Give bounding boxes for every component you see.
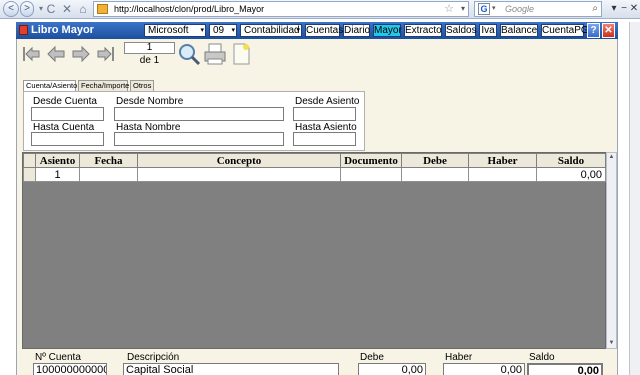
menu-cuentas[interactable]: Cuentas (305, 24, 343, 37)
column-header-haber[interactable]: Haber (468, 153, 537, 168)
app-body: 1 de 1 Cuenta/Asiento Fecha/Importe Otro… (16, 39, 618, 375)
period-select-value: 09 (213, 25, 225, 36)
desde-nombre-input[interactable] (114, 107, 284, 121)
search-icon[interactable]: ⌕ (592, 2, 598, 16)
menu-cuentapg[interactable]: CuentaPG (541, 24, 589, 37)
desde-nombre-label: Desde Nombre (116, 96, 184, 107)
menu-iva[interactable]: Iva (479, 24, 497, 37)
hasta-cuenta-input[interactable] (31, 132, 104, 146)
menu-diario[interactable]: Diario (343, 24, 370, 37)
forward-button[interactable]: > (20, 1, 34, 17)
cell-asiento[interactable]: 1 (35, 167, 80, 182)
row-marker[interactable] (23, 167, 36, 182)
url-text: http://localhost/clon/prod/Libro_Mayor (114, 4, 265, 14)
cell-concepto[interactable] (137, 167, 341, 182)
cuenta-value: 100000000000 (33, 363, 107, 375)
cell-documento[interactable] (340, 167, 402, 182)
company-select[interactable]: Microsoft ▾ (144, 24, 206, 37)
menu-balance[interactable]: Balance (500, 24, 538, 37)
haber-value: 0,00 (443, 363, 525, 375)
previous-record-icon[interactable] (46, 44, 66, 64)
grid-scrollbar[interactable]: ▲ ▼ (606, 152, 617, 349)
print-icon[interactable] (203, 42, 227, 66)
ledger-select[interactable]: Contabilidad ▾ (240, 24, 302, 37)
next-record-icon[interactable] (71, 44, 91, 64)
desde-cuenta-input[interactable] (31, 107, 104, 121)
column-header-concepto[interactable]: Concepto (137, 153, 341, 168)
app-title-bar: Libro Mayor Microsoft ▾ 09 ▾ Contabilida… (16, 22, 618, 39)
chevron-down-icon: ▾ (231, 27, 235, 34)
cuenta-label: Nº Cuenta (35, 352, 81, 363)
last-record-icon[interactable] (96, 44, 116, 64)
descripcion-label: Descripción (127, 352, 180, 363)
cell-fecha[interactable] (79, 167, 138, 182)
app-title: Libro Mayor (31, 24, 94, 36)
new-document-icon[interactable] (229, 42, 253, 66)
scroll-down-icon[interactable]: ▼ (607, 339, 616, 348)
chevron-down-icon: ▾ (200, 27, 204, 34)
page-indicator: 1 de 1 (124, 42, 175, 66)
first-record-icon[interactable] (21, 44, 41, 64)
cell-saldo[interactable]: 0,00 (536, 167, 606, 182)
stop-icon[interactable]: ✕ (60, 2, 74, 16)
page-number-input[interactable]: 1 (124, 42, 175, 54)
chevron-down-icon: ▾ (296, 27, 300, 34)
account-summary: Nº Cuenta 100000000000 Descripción Capit… (17, 350, 617, 375)
search-engine-dropdown-icon[interactable]: ▾ (492, 2, 496, 16)
desde-asiento-input[interactable] (293, 107, 356, 121)
search-input[interactable]: G ▾ Google ⌕ (474, 1, 602, 17)
back-button[interactable]: < (3, 1, 19, 17)
search-icon[interactable] (177, 42, 201, 66)
page-total: de 1 (139, 55, 160, 66)
ledger-select-value: Contabilidad (244, 25, 300, 36)
cell-debe[interactable] (401, 167, 469, 182)
period-select[interactable]: 09 ▾ (209, 24, 237, 37)
saldo-label: Saldo (529, 352, 555, 363)
reload-icon[interactable]: C (44, 2, 58, 16)
hasta-asiento-input[interactable] (293, 132, 356, 146)
desde-cuenta-label: Desde Cuenta (33, 96, 97, 107)
menu-extracto[interactable]: Extracto (404, 24, 442, 37)
scroll-up-icon[interactable]: ▲ (607, 153, 616, 162)
toolbar: 1 de 1 (17, 39, 617, 69)
column-header-debe[interactable]: Debe (401, 153, 469, 168)
bookmark-star-icon[interactable]: ☆ (444, 2, 454, 16)
url-dropdown-icon[interactable]: ▾ (461, 2, 465, 16)
debe-label: Debe (360, 352, 384, 363)
desde-asiento-label: Desde Asiento (295, 96, 360, 107)
close-window-icon[interactable]: ✕ (628, 2, 640, 16)
debe-value: 0,00 (358, 363, 426, 375)
favicon-icon (97, 4, 108, 14)
app-icon (19, 25, 28, 35)
google-logo-icon: G (478, 3, 490, 15)
column-header-documento[interactable]: Documento (340, 153, 402, 168)
address-bar[interactable]: http://localhost/clon/prod/Libro_Mayor ☆… (93, 1, 469, 17)
search-placeholder: Google (505, 4, 535, 14)
company-select-value: Microsoft (148, 25, 189, 36)
close-app-button[interactable]: ✕ (602, 23, 615, 38)
hasta-nombre-input[interactable] (114, 132, 284, 146)
column-header-asiento[interactable]: Asiento (35, 153, 80, 168)
cell-haber[interactable] (468, 167, 537, 182)
saldo-value: 0,00 (527, 363, 603, 375)
menu-saldos[interactable]: Saldos (445, 24, 477, 37)
column-header-saldo[interactable]: Saldo (536, 153, 606, 168)
ledger-grid: Asiento Fecha Concepto Documento Debe Ha… (22, 152, 606, 349)
ledger-table: Asiento Fecha Concepto Documento Debe Ha… (23, 153, 606, 182)
haber-label: Haber (445, 352, 473, 363)
table-row[interactable]: 1 0,00 (23, 167, 606, 182)
home-icon[interactable]: ⌂ (76, 2, 90, 16)
menu-mayor[interactable]: Mayor (373, 24, 402, 37)
column-header-fecha[interactable]: Fecha (79, 153, 138, 168)
help-button[interactable]: ? (587, 23, 600, 38)
filter-panel: Desde Cuenta Desde Nombre Desde Asiento … (23, 91, 365, 151)
browser-toolbar: < > ▾ C ✕ ⌂ http://localhost/clon/prod/L… (0, 0, 640, 19)
grid-corner (23, 153, 36, 168)
descripcion-value: Capital Social (123, 363, 339, 375)
page-scrollbar[interactable] (629, 22, 640, 375)
